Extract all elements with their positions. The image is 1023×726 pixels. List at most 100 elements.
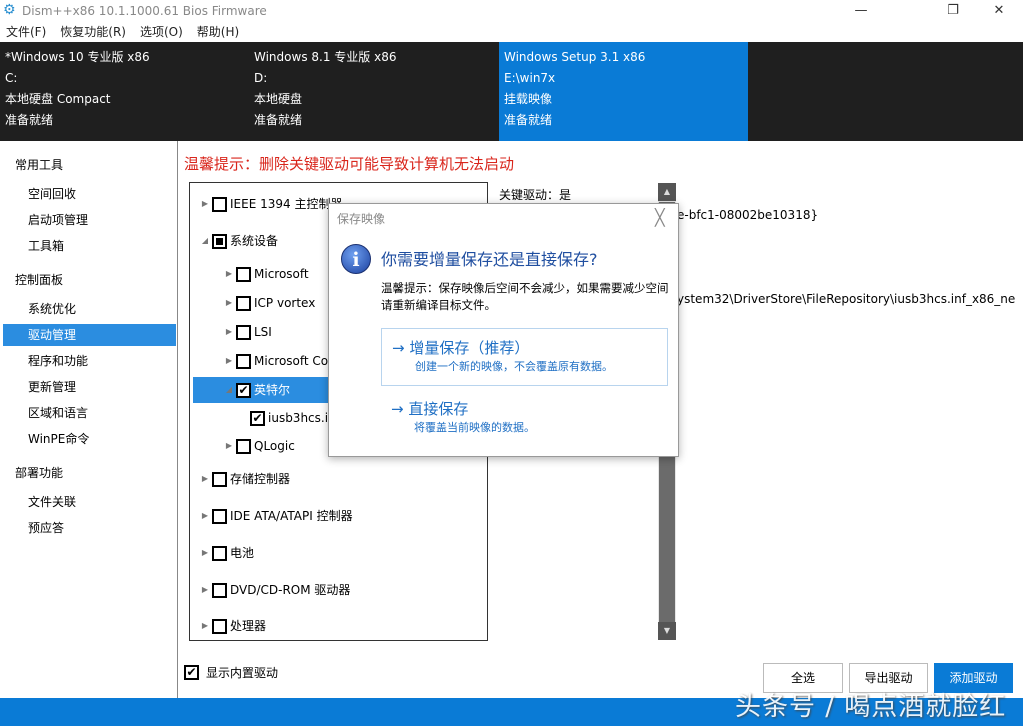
sidebar-item[interactable]: 系统优化 (3, 298, 176, 320)
sidebar-item[interactable]: 启动项管理 (3, 209, 176, 231)
checkbox-checked[interactable]: ✔ (184, 665, 199, 680)
node-label: iusb3hcs.in (268, 405, 336, 431)
restore-button[interactable]: ❐ (930, 0, 976, 22)
sidebar-item-driver-management[interactable]: 驱动管理 (3, 324, 176, 346)
menu-restore[interactable]: 恢复功能(R) (60, 22, 126, 42)
sidebar-group: 常用工具 (15, 156, 63, 173)
close-button[interactable]: ✕ (976, 0, 1022, 22)
image-name: Windows 8.1 专业版 x86 (254, 47, 493, 68)
checkbox[interactable] (212, 197, 227, 212)
tree-node[interactable]: ▶ Microsoft Co (222, 348, 328, 374)
checkbox[interactable] (212, 546, 227, 561)
checkbox[interactable] (212, 509, 227, 524)
image-name: Windows Setup 3.1 x86 (504, 47, 743, 68)
option-desc: 创建一个新的映像，不会覆盖原有数据。 (392, 358, 657, 374)
checkbox[interactable] (236, 439, 251, 454)
dialog-title: 保存映像 (337, 210, 385, 227)
expand-icon[interactable]: ▶ (222, 290, 236, 316)
expand-icon[interactable]: ▶ (222, 261, 236, 287)
checkbox-checked[interactable]: ✔ (250, 411, 265, 426)
checkbox[interactable] (236, 296, 251, 311)
title-bar: ⚙ Dism++x86 10.1.1000.61 Bios Firmware —… (0, 0, 1023, 22)
node-label: 存储控制器 (230, 466, 290, 492)
node-label: QLogic (254, 433, 295, 459)
image-path: D: (254, 68, 493, 89)
sidebar-item[interactable]: WinPE命令 (3, 428, 176, 450)
tree-node[interactable]: ▶ LSI (222, 319, 272, 345)
expand-icon[interactable]: ▶ (198, 503, 212, 529)
scroll-up-icon[interactable]: ▲ (658, 183, 676, 201)
checkbox[interactable] (236, 354, 251, 369)
tree-node[interactable]: ✔iusb3hcs.in (250, 405, 336, 431)
sidebar-item[interactable]: 文件关联 (3, 491, 176, 513)
window-title: Dism++x86 10.1.1000.61 Bios Firmware (22, 4, 267, 18)
sidebar-item[interactable]: 程序和功能 (3, 350, 176, 372)
tree-node[interactable]: ▶ IEEE 1394 主控制器 (198, 191, 342, 217)
tree-node[interactable]: ◢ 系统设备 (198, 228, 278, 254)
node-label: Microsoft Co (254, 348, 328, 374)
checkbox[interactable] (236, 267, 251, 282)
tree-node[interactable]: ▶ ICP vortex (222, 290, 315, 316)
collapse-icon[interactable]: ◢ (198, 228, 212, 254)
minimize-button[interactable]: — (838, 0, 884, 22)
direct-save-option[interactable]: → 直接保存 将覆盖当前映像的数据。 (381, 390, 668, 448)
sidebar-item[interactable]: 更新管理 (3, 376, 176, 398)
sidebar-group: 控制面板 (15, 271, 63, 288)
tree-node[interactable]: ▶ QLogic (222, 433, 295, 459)
tree-node[interactable]: ▶DVD/CD-ROM 驱动器 (198, 577, 350, 603)
node-label: ICP vortex (254, 290, 315, 316)
expand-icon[interactable]: ▶ (198, 540, 212, 566)
sidebar-item[interactable]: 预应答 (3, 517, 176, 539)
sidebar-item[interactable]: 空间回收 (3, 183, 176, 205)
image-tile[interactable]: *Windows 10 专业版 x86C:本地硬盘 Compact准备就绪 (0, 42, 249, 141)
checkbox[interactable] (212, 583, 227, 598)
image-type: 挂载映像 (504, 89, 743, 110)
tree-node[interactable]: ▶处理器 (198, 613, 266, 639)
image-name: *Windows 10 专业版 x86 (5, 47, 244, 68)
checkbox[interactable] (212, 619, 227, 634)
warning-text: 温馨提示：删除关键驱动可能导致计算机无法启动 (184, 153, 514, 174)
menu-help[interactable]: 帮助(H) (197, 22, 239, 42)
show-builtin-label: 显示内置驱动 (206, 664, 278, 681)
checkbox[interactable] (236, 325, 251, 340)
detail-path: ystem32\DriverStore\FileRepository\iusb3… (677, 292, 1015, 306)
image-status: 准备就绪 (5, 110, 244, 131)
show-builtin-checkbox[interactable]: ✔ 显示内置驱动 (184, 664, 278, 681)
checkbox-checked[interactable]: ✔ (236, 383, 251, 398)
incremental-save-option[interactable]: → 增量保存（推荐） 创建一个新的映像，不会覆盖原有数据。 (381, 328, 668, 386)
expand-icon[interactable]: ▶ (222, 433, 236, 459)
sidebar-item[interactable]: 工具箱 (3, 235, 176, 257)
tree-node[interactable]: ▶IDE ATA/ATAPI 控制器 (198, 503, 353, 529)
dialog-close-icon[interactable]: ╳ (655, 208, 665, 227)
info-icon: i (341, 244, 371, 274)
menu-file[interactable]: 文件(F) (6, 22, 46, 42)
node-label: IEEE 1394 主控制器 (230, 191, 342, 217)
expand-icon[interactable]: ▶ (198, 613, 212, 639)
expand-icon[interactable]: ▶ (198, 191, 212, 217)
scroll-down-icon[interactable]: ▼ (658, 622, 676, 640)
checkbox[interactable] (212, 472, 227, 487)
tree-node[interactable]: ▶电池 (198, 540, 254, 566)
expand-icon[interactable]: ▶ (222, 348, 236, 374)
image-status: 准备就绪 (504, 110, 743, 131)
expand-icon[interactable]: ▶ (198, 577, 212, 603)
option-title: → 增量保存（推荐） (392, 337, 657, 358)
menu-options[interactable]: 选项(O) (140, 22, 183, 42)
node-label: LSI (254, 319, 272, 345)
image-status: 准备就绪 (254, 110, 493, 131)
image-selector: *Windows 10 专业版 x86C:本地硬盘 Compact准备就绪 Wi… (0, 42, 1023, 141)
tree-node[interactable]: ▶ 存储控制器 (198, 466, 290, 492)
image-tile[interactable]: Windows 8.1 专业版 x86D:本地硬盘准备就绪 (249, 42, 498, 141)
option-title: → 直接保存 (391, 398, 658, 419)
image-tile-selected[interactable]: Windows Setup 3.1 x86E:\win7x挂载映像准备就绪 (499, 42, 748, 141)
expand-icon[interactable]: ▶ (198, 466, 212, 492)
image-path: E:\win7x (504, 68, 743, 89)
tree-node[interactable]: ▶Microsoft (222, 261, 309, 287)
menu-bar: 文件(F) 恢复功能(R) 选项(O) 帮助(H) (0, 22, 239, 42)
sidebar-item[interactable]: 区域和语言 (3, 402, 176, 424)
expand-icon[interactable]: ▶ (222, 319, 236, 345)
node-label: 系统设备 (230, 228, 278, 254)
checkbox-partial[interactable] (212, 234, 227, 249)
collapse-icon[interactable]: ◢ (222, 377, 236, 403)
node-label: 英特尔 (254, 377, 290, 403)
